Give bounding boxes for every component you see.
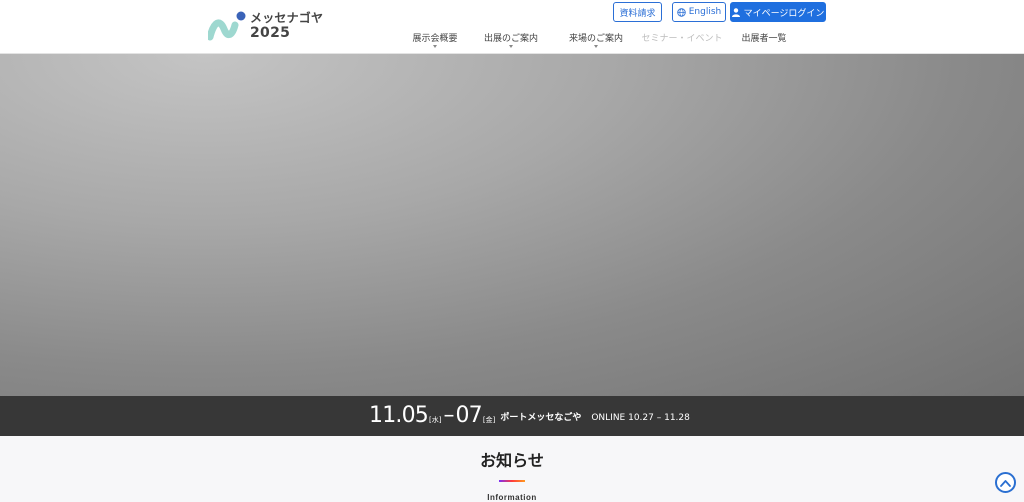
title-underline	[499, 480, 525, 482]
start-weekday: [水]	[428, 416, 442, 424]
news-subtitle: Information	[487, 493, 537, 502]
nav-item-label: 出展者一覧	[741, 34, 787, 44]
caret-down-icon	[594, 45, 598, 48]
venue-name: ポートメッセなごや	[500, 413, 582, 423]
start-date: 11.05	[369, 403, 429, 428]
nav-item-label: 展示会概要	[412, 34, 458, 44]
nav-item-label: セミナー・イベント	[641, 34, 723, 44]
logo-mark-icon	[208, 11, 246, 41]
nav-item-seminars-events: セミナー・イベント	[637, 31, 727, 51]
event-dates: 11.05 [水] – 07 [金] ポートメッセなごや ONLINE 10.2…	[369, 404, 690, 428]
english-label: English	[688, 7, 722, 17]
document-request-label: 資料請求	[619, 8, 656, 19]
end-weekday: [金]	[482, 416, 496, 424]
globe-icon	[677, 7, 686, 17]
site-header: メッセナゴヤ 2025 資料請求 English マイページログイン 展示会概要	[0, 0, 1024, 54]
logo-year: 2025	[250, 25, 291, 41]
nav-item-label: 来場のご案内	[568, 34, 623, 44]
main-nav: 展示会概要 出展のご案内 来場のご案内 セミナー・イベント 出展者一覧	[395, 31, 809, 51]
end-date: 07	[455, 403, 482, 428]
online-period: ONLINE 10.27 – 11.28	[591, 413, 690, 423]
mypage-login-label: マイページログイン	[743, 8, 825, 19]
chevron-up-icon	[1000, 479, 1011, 487]
nav-item-exhibition-overview[interactable]: 展示会概要	[395, 31, 475, 51]
english-button[interactable]: English	[672, 2, 726, 22]
hero-banner	[0, 54, 1024, 396]
caret-down-icon	[433, 45, 437, 48]
event-date-bar: 11.05 [水] – 07 [金] ポートメッセなごや ONLINE 10.2…	[0, 396, 1024, 436]
mypage-login-button[interactable]: マイページログイン	[730, 2, 826, 22]
nav-item-visitor-guide[interactable]: 来場のご案内	[551, 31, 641, 51]
logo-text: メッセナゴヤ 2025	[250, 12, 323, 40]
nav-item-label: 出展のご案内	[483, 34, 538, 44]
nav-item-exhibitor-guide[interactable]: 出展のご案内	[471, 31, 551, 51]
scroll-to-top-button[interactable]	[995, 472, 1016, 493]
caret-down-icon	[509, 45, 513, 48]
site-logo[interactable]: メッセナゴヤ 2025	[208, 9, 328, 43]
news-title: お知らせ	[480, 451, 544, 470]
top-actions: 資料請求 English マイページログイン	[613, 2, 826, 22]
user-icon	[731, 7, 740, 17]
date-separator: –	[443, 403, 455, 428]
logo-name: メッセナゴヤ	[250, 11, 324, 25]
nav-item-exhibitor-list[interactable]: 出展者一覧	[719, 31, 809, 51]
news-section: お知らせ Information	[0, 436, 1024, 502]
document-request-button[interactable]: 資料請求	[613, 2, 662, 22]
